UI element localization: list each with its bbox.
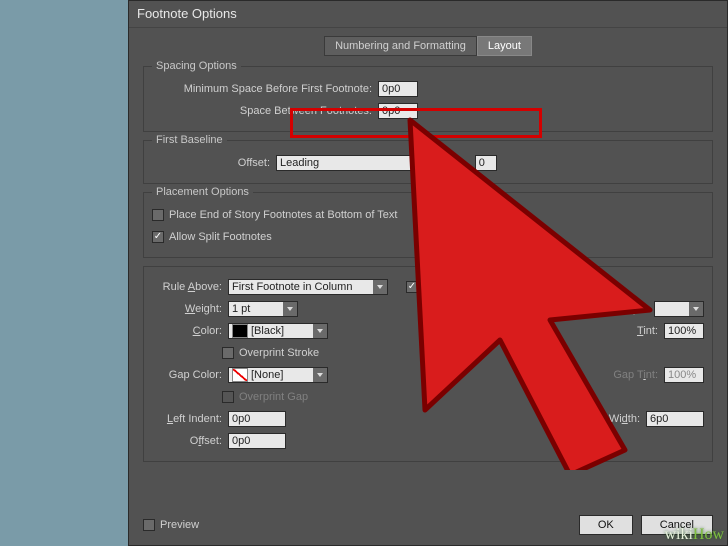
baseline-min-input[interactable]: [475, 155, 497, 171]
first-baseline-group: First Baseline Offset: Leading Min:: [143, 140, 713, 184]
gap-color-label: Gap Color:: [152, 369, 228, 381]
placement-options-group: Placement Options Place End of Story Foo…: [143, 192, 713, 258]
chevron-down-icon: [313, 324, 327, 338]
color-value: [Black]: [251, 325, 284, 337]
gap-color-select[interactable]: [None]: [228, 367, 328, 383]
tint-input[interactable]: [664, 323, 704, 339]
footnote-options-dialog: Footnote Options Numbering and Formattin…: [128, 0, 728, 546]
rule-offset-input[interactable]: [228, 433, 286, 449]
baseline-legend: First Baseline: [152, 134, 227, 146]
ok-button[interactable]: OK: [579, 515, 633, 535]
offset-label: Offset:: [152, 157, 276, 169]
placement-legend: Placement Options: [152, 186, 253, 198]
min-space-label: Minimum Space Before First Footnote:: [152, 83, 378, 95]
rule-on-checkbox[interactable]: [406, 281, 418, 293]
overprint-stroke-label: Overprint Stroke: [239, 347, 319, 359]
color-label: Color:: [152, 325, 228, 337]
left-indent-input[interactable]: [228, 411, 286, 427]
bottom-bar: Preview OK Cancel: [143, 515, 713, 535]
width-label: Width:: [570, 413, 646, 425]
offset-select-value: Leading: [280, 157, 319, 169]
gap-tint-label: Gap Tint:: [588, 369, 664, 381]
end-of-story-checkbox[interactable]: [152, 209, 164, 221]
rule-offset-label: Offset:: [152, 435, 228, 447]
gap-color-value: [None]: [251, 369, 283, 381]
rule-group: Rule Above: First Footnote in Column Rul…: [143, 266, 713, 462]
gap-tint-input[interactable]: [664, 367, 704, 383]
tab-numbering[interactable]: Numbering and Formatting: [324, 36, 477, 56]
offset-select[interactable]: Leading: [276, 155, 426, 171]
overprint-gap-label: Overprint Gap: [239, 391, 308, 403]
wikihow-watermark: wikiHow: [664, 526, 724, 544]
preview-checkbox[interactable]: [143, 519, 155, 531]
chevron-down-icon: [373, 280, 387, 294]
weight-select[interactable]: 1 pt: [228, 301, 298, 317]
dialog-title: Footnote Options: [129, 1, 727, 28]
overprint-gap-checkbox: [222, 391, 234, 403]
rule-above-select[interactable]: First Footnote in Column: [228, 279, 388, 295]
allow-split-label: Allow Split Footnotes: [169, 231, 272, 243]
end-of-story-label: Place End of Story Footnotes at Bottom o…: [169, 209, 397, 221]
color-select[interactable]: [Black]: [228, 323, 328, 339]
baseline-min-label: Min:: [444, 157, 471, 169]
space-between-label: Space Between Footnotes:: [152, 105, 378, 117]
chevron-down-icon: [411, 156, 425, 170]
tab-layout[interactable]: Layout: [477, 36, 532, 56]
allow-split-checkbox[interactable]: [152, 231, 164, 243]
weight-value: 1 pt: [232, 303, 250, 315]
spacing-legend: Spacing Options: [152, 60, 241, 72]
chevron-down-icon: [313, 368, 327, 382]
black-swatch-icon: [232, 324, 248, 338]
none-swatch-icon: [232, 368, 248, 382]
min-space-input[interactable]: [378, 81, 418, 97]
rule-above-label: Rule Above:: [152, 281, 228, 293]
rule-on-label: Rule On: [423, 281, 463, 293]
tab-bar: Numbering and FormattingLayout: [129, 28, 727, 62]
overprint-stroke-checkbox[interactable]: [222, 347, 234, 359]
rule-above-value: First Footnote in Column: [232, 281, 352, 293]
chevron-down-icon: [689, 302, 703, 316]
type-select[interactable]: [654, 301, 704, 317]
tint-label: Tint:: [588, 325, 664, 337]
left-indent-label: Left Indent:: [152, 413, 228, 425]
chevron-down-icon: [283, 302, 297, 316]
width-input[interactable]: [646, 411, 704, 427]
spacing-options-group: Spacing Options Minimum Space Before Fir…: [143, 66, 713, 132]
type-label: Type:: [578, 303, 654, 315]
preview-label: Preview: [160, 519, 199, 531]
weight-label: Weight:: [152, 303, 228, 315]
space-between-input[interactable]: [378, 103, 418, 119]
